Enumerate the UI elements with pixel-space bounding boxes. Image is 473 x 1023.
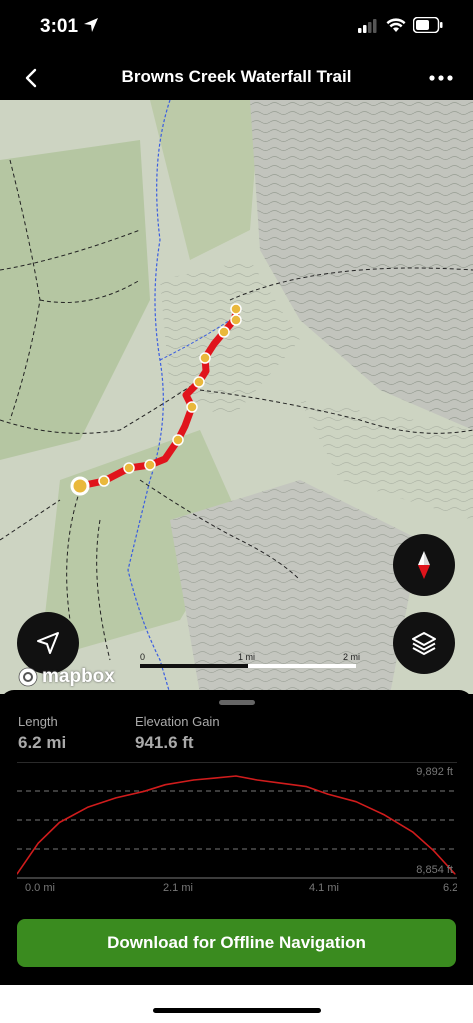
elevation-point [235, 775, 237, 777]
home-indicator[interactable] [153, 1008, 321, 1013]
elevation-point [306, 785, 308, 788]
cellular-signal-icon [358, 19, 377, 33]
length-stat: Length 6.2 mi [18, 714, 66, 753]
ellipsis-icon[interactable] [427, 66, 455, 90]
elevation-gain-value: 941.6 ft [135, 733, 194, 752]
mapbox-logo[interactable]: mapbox [18, 666, 115, 688]
battery-icon [413, 17, 443, 33]
trail-map[interactable]: 0 1 mi 2 mi mapbox [0, 100, 473, 694]
elevation-gain-stat: Elevation Gain 941.6 ft [135, 714, 220, 753]
wifi-icon [386, 18, 406, 32]
map-scale-bar: 0 1 mi 2 mi [140, 652, 366, 668]
mapbox-mark-icon [18, 667, 38, 687]
elevation-point [355, 801, 357, 803]
elevation-point [327, 793, 329, 795]
chevron-left-icon[interactable] [18, 64, 46, 92]
navigation-arrow-icon [37, 632, 59, 654]
y-tick-label: 8,854 ft [416, 864, 453, 876]
compass-icon [418, 551, 430, 579]
elevation-profile-chart[interactable]: 9,892 ft 8,854 ft 0.0 mi 2.1 mi 4.1 mi 6.2 mi [17, 762, 457, 892]
elevation-point [164, 784, 166, 786]
x-tick-label: 6.2 mi [443, 882, 457, 892]
elevation-point [193, 779, 195, 781]
topo-map-background [0, 100, 473, 694]
elevation-point [143, 790, 145, 792]
elevation-point [277, 782, 279, 784]
x-tick-label: 2.1 mi [163, 882, 193, 892]
page-title: Browns Creek Waterfall Trail [121, 67, 352, 86]
elevation-point [58, 821, 60, 824]
download-offline-button[interactable]: Download for Offline Navigation [17, 919, 456, 967]
sheet-grabber[interactable] [219, 700, 255, 705]
map-layers-button[interactable] [393, 612, 455, 674]
x-tick-label: 0.0 mi [25, 882, 55, 892]
elevation-point [87, 806, 89, 808]
elevation-point [256, 779, 258, 781]
elevation-point [214, 777, 216, 779]
length-label: Length [18, 714, 58, 729]
scale-line-fill [140, 664, 248, 668]
elevation-point [37, 842, 39, 844]
elevation-gain-label: Elevation Gain [135, 714, 220, 729]
scale-label-1: 1 mi [238, 652, 256, 662]
layers-icon [412, 632, 436, 655]
status-time: 3:01 [40, 16, 79, 37]
elevation-point [454, 873, 456, 875]
elevation-point [433, 850, 435, 852]
scale-label-2: 2 mi [343, 652, 361, 662]
locate-me-button[interactable] [17, 612, 79, 674]
location-arrow-icon [84, 18, 98, 32]
length-value: 6.2 mi [18, 733, 67, 752]
status-bar: 3:01 [0, 0, 473, 58]
scale-label-0: 0 [140, 652, 146, 662]
elevation-point [412, 831, 414, 833]
x-tick-label: 4.1 mi [309, 882, 339, 892]
mapbox-wordmark: mapbox [42, 666, 115, 687]
navigation-bar: Browns Creek Waterfall Trail [0, 58, 473, 100]
trail-details-sheet: Length 6.2 mi Elevation Gain 941.6 ft 9,… [0, 690, 473, 985]
compass-button[interactable] [393, 534, 455, 596]
y-tick-label: 9,892 ft [416, 766, 453, 778]
elevation-point [383, 814, 385, 816]
home-indicator-area [0, 985, 473, 1023]
elevation-point [115, 797, 117, 799]
